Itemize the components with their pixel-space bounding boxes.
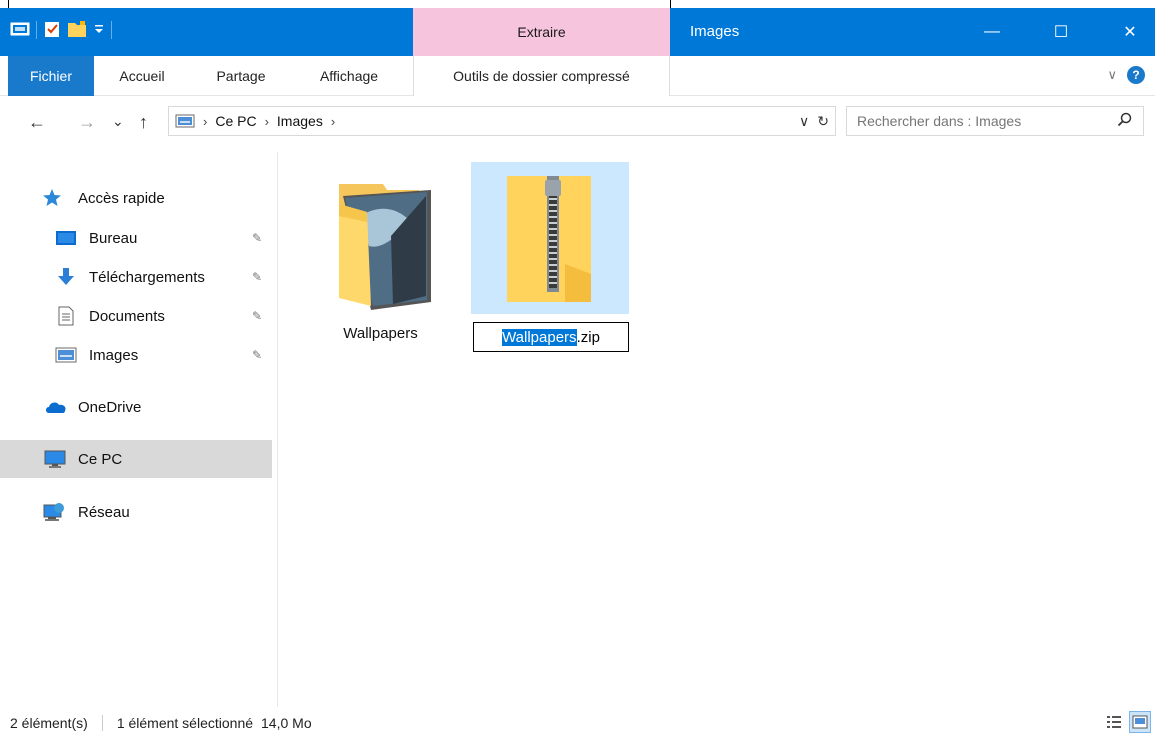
file-name: Wallpapers <box>343 325 418 342</box>
rename-selected-text: Wallpapers <box>502 328 577 346</box>
tab-affichage[interactable]: Affichage <box>300 56 398 96</box>
star-icon <box>42 188 62 208</box>
selection-count: 1 élément sélectionné <box>116 715 254 731</box>
breadcrumb-separator[interactable]: › <box>265 114 269 129</box>
details-view-icon[interactable] <box>1103 711 1125 733</box>
nav-label: Ce PC <box>78 450 123 468</box>
qat-separator <box>36 21 37 39</box>
large-icons-view-icon[interactable] <box>1129 711 1151 733</box>
ribbon-right-controls: ∨ ? <box>1107 66 1145 84</box>
file-item-wallpapers-zip[interactable] <box>471 162 629 314</box>
pin-icon: ✎ <box>252 270 263 284</box>
context-tab-extraire[interactable]: Extraire <box>413 8 670 56</box>
tab-accueil[interactable]: Accueil <box>104 56 180 96</box>
nav-item-reseau[interactable]: Réseau <box>0 493 272 531</box>
close-button[interactable]: ✕ <box>1107 8 1153 56</box>
nav-item-images[interactable]: Images ✎ <box>0 336 272 374</box>
status-separator <box>101 715 103 731</box>
pin-icon: ✎ <box>252 231 263 245</box>
tab-outils-dossier-compresse[interactable]: Outils de dossier compressé <box>413 56 670 96</box>
file-list-area[interactable]: Wallpapers <box>279 152 1155 707</box>
tab-fichier[interactable]: Fichier <box>8 56 94 96</box>
properties-icon[interactable] <box>43 20 61 41</box>
nav-label: Bureau <box>89 229 138 247</box>
item-count: 2 élément(s) <box>10 715 88 731</box>
window-title: Images <box>690 23 740 40</box>
address-right-controls: ∨ ↻ <box>799 113 829 130</box>
forward-icon[interactable]: → <box>78 112 96 133</box>
nav-item-telechargements[interactable]: Téléchargements ✎ <box>0 258 272 296</box>
address-row: ← → ⌄ ↑ › Ce PC › Images › ∨ ↻ <box>0 96 1155 152</box>
back-icon[interactable]: ← <box>28 112 46 133</box>
navigation-pane: Accès rapide Bureau ✎ Téléchargements ✎ … <box>0 152 278 707</box>
breadcrumb-separator[interactable]: › <box>331 114 335 129</box>
nav-label: OneDrive <box>78 398 142 416</box>
rename-extension-text: .zip <box>576 328 600 346</box>
nav-item-ce-pc[interactable]: Ce PC <box>0 440 272 478</box>
onedrive-icon <box>44 399 68 415</box>
zip-folder-icon <box>495 174 605 317</box>
window-edge-left <box>8 0 9 8</box>
search-input[interactable] <box>847 113 1102 129</box>
nav-item-documents[interactable]: Documents ✎ <box>0 297 272 335</box>
qat-separator <box>111 21 112 39</box>
recent-locations-icon[interactable]: ⌄ <box>112 113 124 130</box>
breadcrumb-images[interactable]: Images <box>277 113 323 129</box>
breadcrumb-separator[interactable]: › <box>203 114 207 129</box>
pin-icon: ✎ <box>252 348 263 362</box>
minimize-button[interactable]: — <box>969 8 1015 56</box>
nav-label: Images <box>89 346 139 364</box>
minimize-icon: — <box>984 23 1000 40</box>
pictures-icon <box>55 346 77 364</box>
search-box[interactable] <box>846 106 1144 136</box>
nav-label: Accès rapide <box>78 189 165 207</box>
nav-item-acces-rapide[interactable]: Accès rapide <box>0 179 272 217</box>
nav-item-onedrive[interactable]: OneDrive <box>0 388 272 426</box>
tab-partage[interactable]: Partage <box>200 56 282 96</box>
ribbon-tabs: Fichier Accueil Partage Affichage Outils… <box>0 56 1155 96</box>
window-edge-mid <box>670 0 671 8</box>
address-bar[interactable]: › Ce PC › Images › ∨ ↻ <box>168 106 836 136</box>
download-icon <box>56 267 76 287</box>
network-icon <box>42 502 66 522</box>
nav-item-bureau[interactable]: Bureau ✎ <box>0 219 272 257</box>
quick-access-toolbar <box>10 16 112 44</box>
nav-label: Réseau <box>78 503 130 521</box>
new-folder-icon[interactable] <box>67 20 87 41</box>
up-icon[interactable]: ↑ <box>139 112 148 133</box>
rename-input[interactable]: Wallpapers .zip <box>473 322 629 352</box>
explorer-window-icon[interactable] <box>10 21 30 40</box>
refresh-icon[interactable]: ↻ <box>817 113 829 130</box>
status-bar: 2 élément(s) 1 élément sélectionné 14,0 … <box>0 707 1155 739</box>
maximize-button[interactable]: ☐ <box>1038 8 1084 56</box>
nav-label: Téléchargements <box>89 268 205 286</box>
nav-label: Documents <box>89 307 165 325</box>
desktop-icon <box>55 229 77 247</box>
documents-icon <box>57 306 75 326</box>
customize-qat-icon[interactable] <box>93 22 105 39</box>
file-explorer-window: Extraire Images — ☐ ✕ Fichier Accueil Pa… <box>0 0 1155 739</box>
pin-icon: ✎ <box>252 309 263 323</box>
pictures-location-icon <box>175 113 195 129</box>
title-bar: Extraire Images — ☐ ✕ <box>0 8 1155 56</box>
breadcrumb-ce-pc[interactable]: Ce PC <box>215 113 256 129</box>
file-item-wallpapers-folder[interactable]: Wallpapers <box>323 176 438 342</box>
close-icon: ✕ <box>1123 24 1137 41</box>
maximize-icon: ☐ <box>1053 24 1069 41</box>
collapse-ribbon-icon[interactable]: ∨ <box>1107 67 1117 83</box>
address-dropdown-icon[interactable]: ∨ <box>799 113 809 130</box>
help-icon[interactable]: ? <box>1127 66 1145 84</box>
selection-size: 14,0 Mo <box>261 715 312 731</box>
search-icon[interactable] <box>1117 112 1133 131</box>
folder-with-images-icon <box>331 176 431 319</box>
pc-icon <box>44 449 66 469</box>
view-switcher <box>1103 711 1151 733</box>
